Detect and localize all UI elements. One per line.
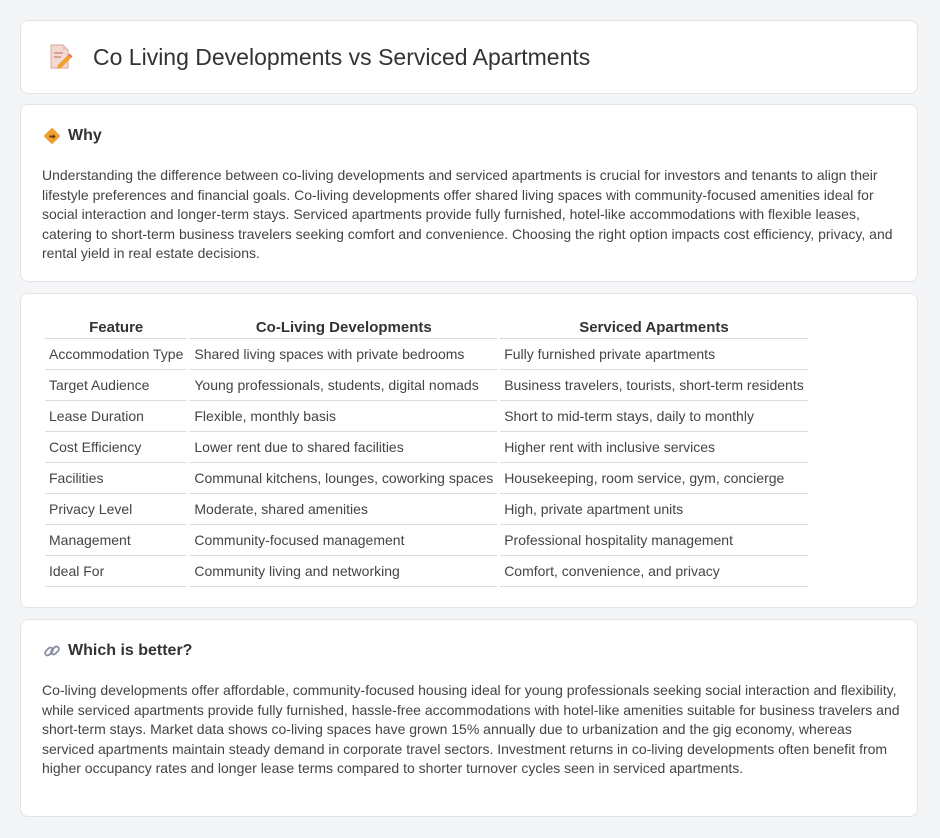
table-cell: Community living and networking (190, 556, 498, 587)
why-card: Why Understanding the difference between… (20, 104, 918, 282)
table-cell: Comfort, convenience, and privacy (500, 556, 808, 587)
table-row: Facilities Communal kitchens, lounges, c… (45, 463, 808, 494)
column-header: Co-Living Developments (190, 316, 498, 339)
better-paragraph: Co-living developments offer affordable,… (42, 682, 900, 776)
table-row: Ideal For Community living and networkin… (45, 556, 808, 587)
table-header-row: Feature Co-Living Developments Serviced … (45, 316, 808, 339)
title-card: Co Living Developments vs Serviced Apart… (20, 20, 918, 94)
table-cell: Target Audience (45, 370, 188, 401)
table-cell: High, private apartment units (500, 494, 808, 525)
table-cell: Community-focused management (190, 525, 498, 556)
table-cell: Communal kitchens, lounges, coworking sp… (190, 463, 498, 494)
table-cell: Privacy Level (45, 494, 188, 525)
better-header: Which is better? (43, 642, 192, 660)
table-cell: Lower rent due to shared facilities (190, 432, 498, 463)
table-row: Lease Duration Flexible, monthly basis S… (45, 401, 808, 432)
table-row: Cost Efficiency Lower rent due to shared… (45, 432, 808, 463)
table-cell: Moderate, shared amenities (190, 494, 498, 525)
table-cell: Accommodation Type (45, 339, 188, 370)
table-cell: Shared living spaces with private bedroo… (190, 339, 498, 370)
table-cell: Higher rent with inclusive services (500, 432, 808, 463)
column-header: Serviced Apartments (500, 316, 808, 339)
table-cell: Housekeeping, room service, gym, concier… (500, 463, 808, 494)
comparison-table: Feature Co-Living Developments Serviced … (42, 316, 811, 587)
table-cell: Cost Efficiency (45, 432, 188, 463)
why-header: Why (43, 127, 102, 145)
table-row: Privacy Level Moderate, shared amenities… (45, 494, 808, 525)
comparison-card: Feature Co-Living Developments Serviced … (20, 293, 918, 608)
table-row: Accommodation Type Shared living spaces … (45, 339, 808, 370)
table-row: Target Audience Young professionals, stu… (45, 370, 808, 401)
table-cell: Lease Duration (45, 401, 188, 432)
table-row: Management Community-focused management … (45, 525, 808, 556)
link-icon (44, 645, 60, 657)
document-pencil-icon (50, 44, 73, 69)
table-cell: Short to mid-term stays, daily to monthl… (500, 401, 808, 432)
table-cell: Business travelers, tourists, short-term… (500, 370, 808, 401)
table-cell: Flexible, monthly basis (190, 401, 498, 432)
why-heading: Why (68, 127, 102, 144)
page-title: Co Living Developments vs Serviced Apart… (93, 43, 591, 70)
table-cell: Professional hospitality management (500, 525, 808, 556)
which-better-card: Which is better? Co-living developments … (20, 619, 918, 817)
why-paragraph: Understanding the difference between co-… (42, 167, 893, 261)
table-cell: Management (45, 525, 188, 556)
diamond-signal-icon (44, 128, 60, 144)
better-heading: Which is better? (68, 642, 193, 659)
table-cell: Facilities (45, 463, 188, 494)
title-row: Co Living Developments vs Serviced Apart… (47, 43, 590, 71)
column-header: Feature (45, 316, 188, 339)
table-cell: Young professionals, students, digital n… (190, 370, 498, 401)
table-cell: Fully furnished private apartments (500, 339, 808, 370)
table-cell: Ideal For (45, 556, 188, 587)
